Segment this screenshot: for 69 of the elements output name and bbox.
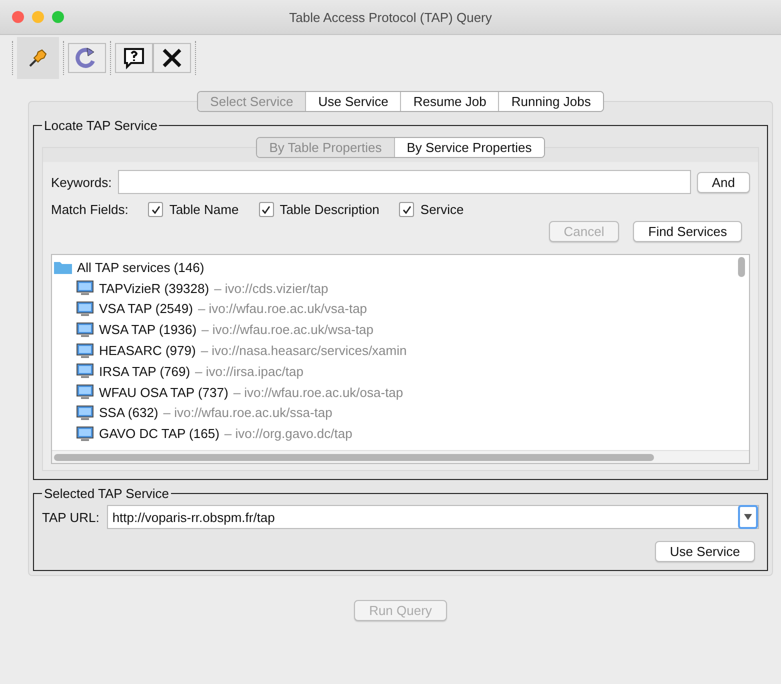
vertical-scrollbar[interactable] — [738, 257, 745, 277]
window-title: Table Access Protocol (TAP) Query — [289, 10, 492, 24]
monitor-icon — [76, 363, 94, 380]
folder-icon — [54, 260, 72, 274]
find-services-button[interactable]: Find Services — [633, 221, 742, 242]
group-title: Locate TAP Service — [43, 118, 158, 133]
service-id: – ivo://nasa.heasarc/services/xamin — [200, 343, 407, 358]
service-name: TAPVizieR (39328) — [99, 280, 210, 296]
service-id: – ivo://org.gavo.dc/tap — [224, 426, 352, 442]
checkbox[interactable] — [399, 202, 414, 217]
checkbox-label[interactable]: Table Name — [169, 202, 239, 217]
checkmark-icon — [261, 204, 272, 214]
horizontal-scrollbar[interactable] — [54, 454, 654, 461]
tree-item[interactable]: VSA TAP (2549) – ivo://wfau.roe.ac.uk/vsa-tap — [54, 298, 749, 320]
close-icon — [160, 46, 184, 70]
monitor-icon — [76, 404, 94, 421]
checkbox[interactable] — [258, 202, 274, 217]
service-name: HEASARC (979) — [99, 343, 196, 358]
close-window-icon[interactable] — [12, 11, 24, 23]
service-name: IRSA TAP (769) — [99, 364, 190, 379]
tree-item-label: All TAP services (146) — [77, 260, 204, 275]
service-name: WFAU OSA TAP (737) — [99, 384, 228, 400]
monitor-icon — [76, 280, 94, 296]
service-id: – ivo://wfau.roe.ac.uk/osa-tap — [233, 384, 404, 400]
zoom-window-icon[interactable] — [52, 11, 64, 23]
tap-url-label: TAP URL: — [42, 510, 100, 524]
dropdown-arrow-icon — [744, 514, 752, 520]
service-name: VSA TAP (2549) — [99, 301, 193, 316]
tree-item[interactable]: HEASARC (979) – ivo://nasa.heasarc/services/xamin — [54, 340, 749, 361]
monitor-icon — [76, 426, 94, 442]
tree-item[interactable]: GAVO DC TAP (165) – ivo://org.gavo.dc/tap — [54, 423, 749, 444]
keywords-label: Keywords: — [51, 174, 112, 190]
checkbox-label[interactable]: Service — [420, 202, 464, 217]
keywords-field[interactable] — [118, 170, 691, 194]
service-id: – ivo://wfau.roe.ac.uk/ssa-tap — [163, 405, 332, 420]
help-button[interactable] — [115, 43, 153, 73]
monitor-icon — [76, 384, 94, 400]
tree-item[interactable]: TAPVizieR (39328) – ivo://cds.vizier/tap — [54, 278, 749, 299]
use-service-button[interactable]: Use Service — [654, 541, 755, 562]
pin-button[interactable] — [17, 37, 59, 79]
monitor-icon — [76, 322, 94, 338]
and-button[interactable]: And — [696, 172, 750, 192]
checkbox-label[interactable]: Table Description — [280, 202, 380, 217]
tab[interactable]: Running Jobs — [498, 92, 603, 111]
checkmark-icon — [402, 204, 412, 214]
service-name: GAVO DC TAP (165) — [99, 426, 220, 442]
tree-item[interactable]: All TAP services (146) — [54, 257, 749, 278]
tree-item[interactable]: WSA TAP (1936) – ivo://wfau.roe.ac.uk/wsa-tap — [54, 319, 749, 340]
service-name: WSA TAP (1936) — [99, 322, 197, 338]
service-id: – ivo://irsa.ipac/tap — [195, 364, 304, 379]
refresh-button[interactable] — [68, 43, 106, 73]
service-name: SSA (632) — [99, 405, 158, 420]
checkmark-icon — [150, 204, 161, 214]
monitor-icon — [76, 300, 94, 317]
service-id: – ivo://wfau.roe.ac.uk/vsa-tap — [198, 301, 368, 316]
tap-url-value: http://voparis-rr.obspm.fr/tap — [111, 510, 276, 524]
checkbox[interactable] — [148, 202, 164, 217]
tab[interactable]: By Service Properties — [394, 138, 544, 157]
service-id: – ivo://cds.vizier/tap — [214, 280, 328, 296]
tree-item[interactable]: IRSA TAP (769) – ivo://irsa.ipac/tap — [54, 360, 749, 382]
tap-url-combobox[interactable]: http://voparis-rr.obspm.fr/tap — [107, 505, 759, 529]
tree-item[interactable]: SSA (632) – ivo://wfau.roe.ac.uk/ssa-tap — [54, 402, 749, 424]
tree-item[interactable]: WFAU OSA TAP (737) – ivo://wfau.roe.ac.uk/osa-tap — [54, 382, 749, 403]
service-id: – ivo://wfau.roe.ac.uk/wsa-tap — [202, 322, 374, 338]
match-fields-label: Match Fields: — [51, 202, 128, 217]
group-title: Selected TAP Service — [43, 486, 170, 501]
help-icon — [122, 46, 146, 70]
close-button[interactable] — [153, 43, 191, 73]
monitor-icon — [76, 342, 94, 359]
